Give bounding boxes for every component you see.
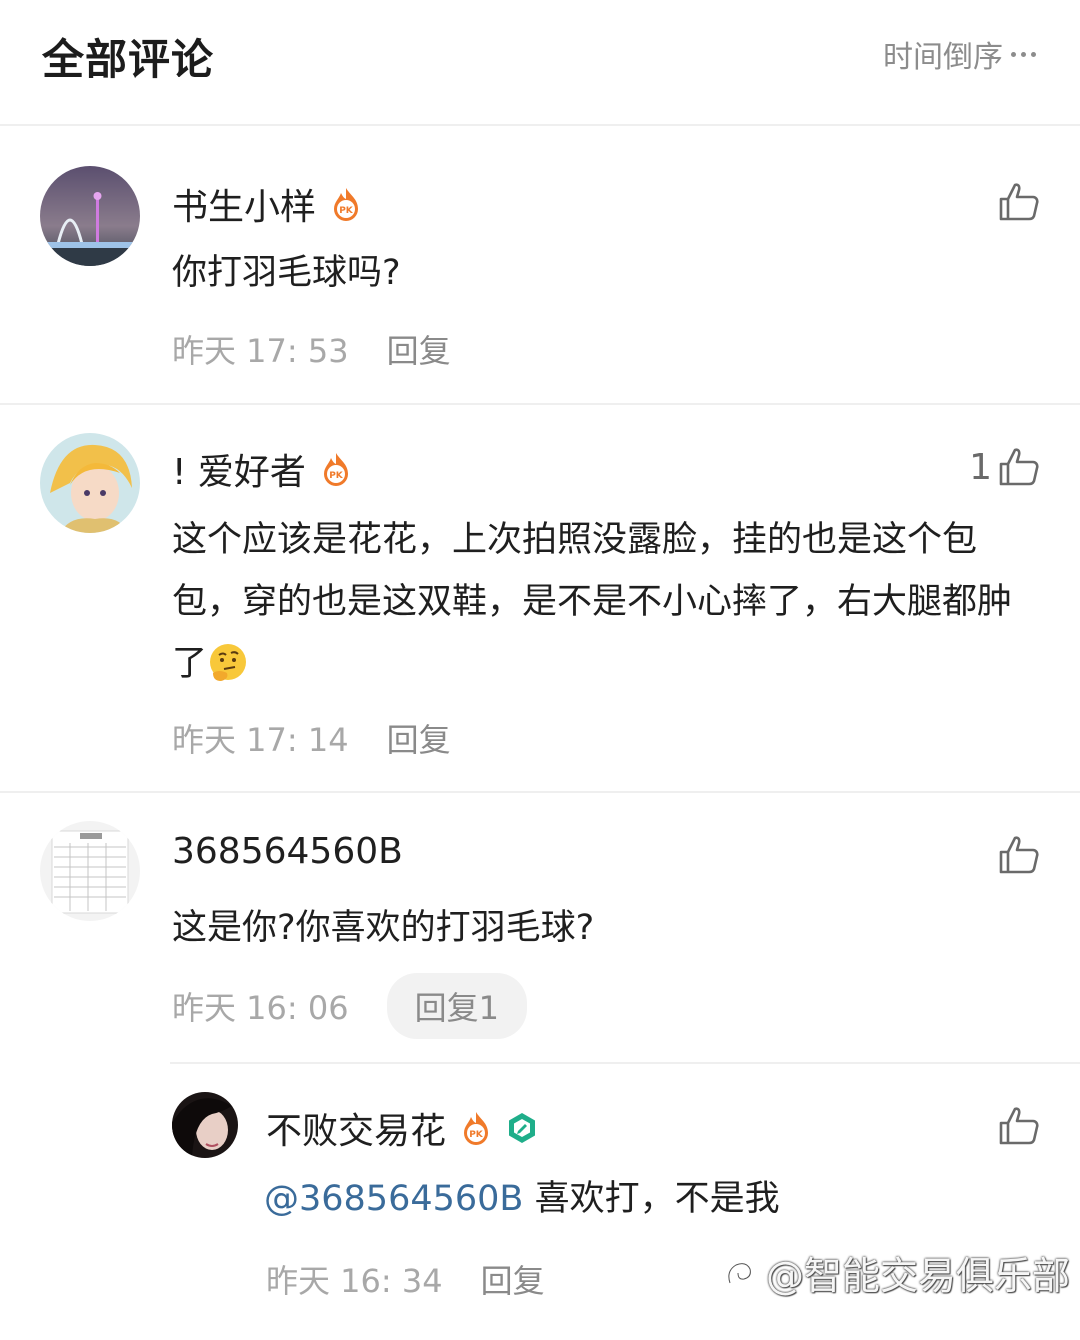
- pk-badge-icon: PK: [330, 187, 362, 221]
- pk-badge-icon: PK: [460, 1111, 492, 1145]
- sort-order-button[interactable]: 时间倒序: [883, 34, 1036, 75]
- sort-order-label: 时间倒序: [883, 40, 1003, 75]
- more-icon[interactable]: [1011, 51, 1036, 57]
- like-button[interactable]: [992, 1104, 1040, 1148]
- svg-text:PK: PK: [339, 206, 354, 216]
- comment-meta: 昨天 17: 14 回复: [172, 715, 451, 761]
- reply-button[interactable]: 回复: [387, 715, 451, 761]
- comments-header: 全部评论 时间倒序: [0, 0, 1080, 126]
- comment-time: 昨天 17: 14: [172, 721, 349, 759]
- thumbs-up-icon: [999, 183, 1039, 221]
- svg-text:PK: PK: [469, 1130, 484, 1140]
- mention-link[interactable]: @368564560B: [264, 1179, 523, 1219]
- avatar[interactable]: [40, 166, 140, 266]
- comment-item: 书生小样 PK 你打羽毛球吗? 昨天 17: 53 回复: [0, 126, 1080, 404]
- username[interactable]: 不败交易花: [266, 1102, 446, 1154]
- comment-item: ! 爱好者 PK 1 这个应该是花花，上次拍照没露脸，挂的也是这个包包，穿的也是…: [0, 405, 1080, 791]
- avatar[interactable]: [172, 1092, 238, 1158]
- reply-username-row: 不败交易花 PK: [266, 1102, 538, 1154]
- username[interactable]: 368564560B: [172, 831, 403, 872]
- like-button[interactable]: [992, 833, 1040, 877]
- username[interactable]: 书生小样: [172, 178, 316, 230]
- reply-text: 喜欢打，不是我: [523, 1179, 780, 1219]
- watermark: @智能交易俱乐部: [722, 1245, 1070, 1300]
- thinking-face-emoji: [207, 641, 249, 683]
- comment-text-block: 这个应该是花花，上次拍照没露脸，挂的也是这个包包，穿的也是这双鞋，是不是不小心摔…: [172, 509, 1022, 695]
- reply-meta: 昨天 16: 34 回复: [266, 1256, 545, 1302]
- reply-time: 昨天 16: 34: [266, 1262, 443, 1300]
- comment-item: 368564560B 这是你?你喜欢的打羽毛球? 昨天 16: 06 回复1: [0, 793, 1080, 1063]
- thumbs-up-icon: [999, 1107, 1039, 1145]
- thumbs-up-icon: [999, 448, 1039, 486]
- avatar[interactable]: [40, 433, 140, 533]
- username[interactable]: ! 爱好者: [172, 443, 306, 495]
- like-count: 1: [969, 446, 992, 488]
- view-replies-button[interactable]: 回复1: [386, 973, 527, 1039]
- thumbs-up-icon: [999, 836, 1039, 874]
- comment-time: 昨天 17: 53: [172, 332, 349, 370]
- reply-button[interactable]: 回复: [387, 326, 451, 372]
- like-button[interactable]: [992, 180, 1040, 224]
- comment-text: 这个应该是花花，上次拍照没露脸，挂的也是这个包包，穿的也是这双鞋，是不是不小心摔…: [172, 520, 1013, 684]
- verified-badge-icon: [506, 1111, 538, 1145]
- comment-username-row: 368564560B: [172, 831, 403, 872]
- like-button[interactable]: 1: [969, 445, 1040, 489]
- reply-button[interactable]: 回复: [481, 1256, 545, 1302]
- avatar[interactable]: [40, 821, 140, 921]
- comment-meta: 昨天 16: 06 回复1: [172, 973, 527, 1039]
- comment-time: 昨天 16: 06: [172, 989, 349, 1027]
- svg-text:PK: PK: [329, 471, 344, 481]
- comment-text: 这是你?你喜欢的打羽毛球?: [172, 908, 595, 948]
- page-title: 全部评论: [42, 35, 215, 84]
- watermark-text: @智能交易俱乐部: [765, 1254, 1070, 1298]
- comment-text: 你打羽毛球吗?: [172, 253, 401, 293]
- comments-page: 全部评论 时间倒序 书生小样 PK 你打羽毛球吗? 昨天 17: 53 回复 !…: [0, 0, 1080, 1340]
- comment-username-row: ! 爱好者 PK: [172, 443, 352, 495]
- watermark-logo-icon: [727, 1261, 753, 1284]
- pk-badge-icon: PK: [320, 452, 352, 486]
- comment-username-row: 书生小样 PK: [172, 178, 362, 230]
- comment-meta: 昨天 17: 53 回复: [172, 326, 451, 372]
- reply-text-block: @368564560B 喜欢打，不是我: [264, 1168, 1024, 1230]
